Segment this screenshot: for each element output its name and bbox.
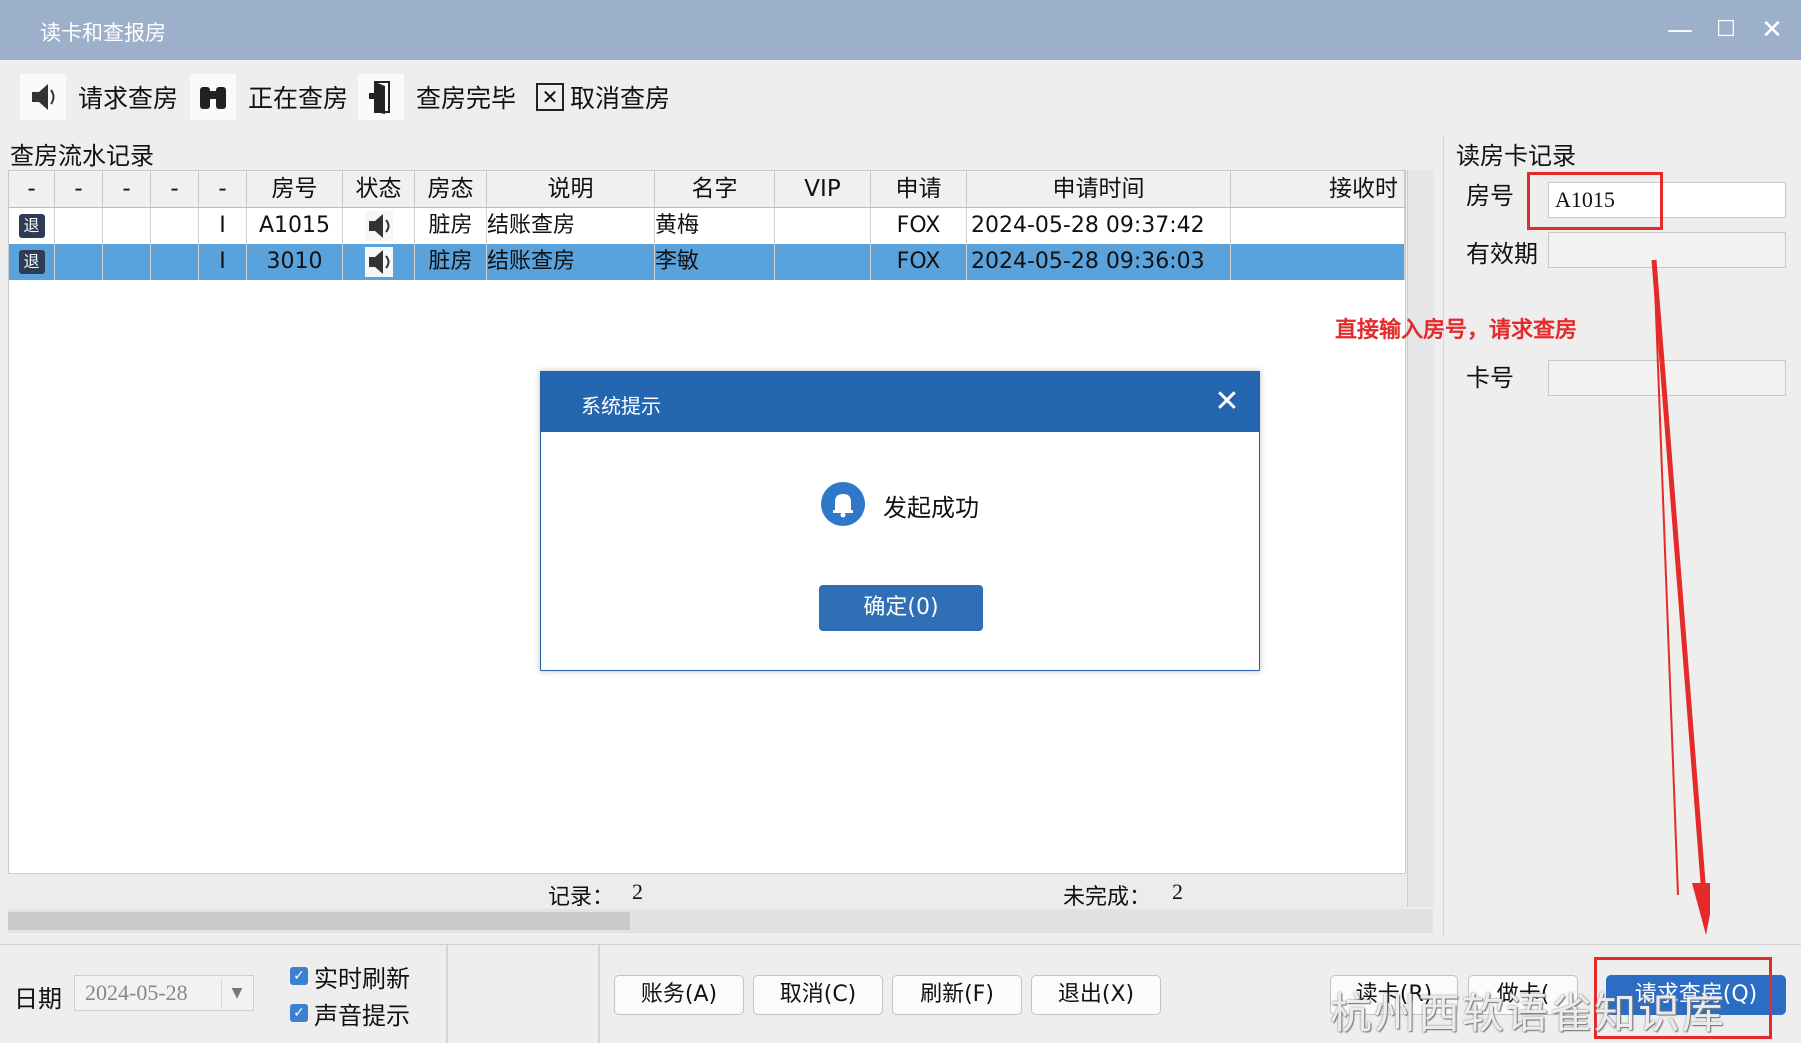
annotation-arrow <box>1651 259 1710 935</box>
table-header: - - - - - 房号 状态 房态 说明 名字 VIP 申请 申请时间 接收时 <box>9 171 1405 208</box>
row-recv <box>1231 244 1405 280</box>
exit-button[interactable]: 退出(X) <box>1031 975 1161 1015</box>
date-value: 2024-05-28 <box>85 980 188 1005</box>
table-row-selected[interactable]: 退 I 3010 脏房 结账查房 李敏 FOX 2024-05-28 09:36… <box>9 244 1405 280</box>
dialog-header: 系统提示 ✕ <box>541 372 1259 432</box>
column-header-room-state[interactable]: 房态 <box>415 171 487 207</box>
column-header-desc[interactable]: 说明 <box>487 171 655 207</box>
table-row[interactable]: 退 I A1015 脏房 结账查房 黄梅 FOX 2024-05-28 09:3… <box>9 208 1405 245</box>
row-flag: I <box>199 208 247 244</box>
accounts-button[interactable]: 账务(A) <box>614 975 744 1015</box>
column-header-room[interactable]: 房号 <box>247 171 343 207</box>
check-log-title: 查房流水记录 <box>10 142 154 170</box>
row-name: 李敏 <box>655 244 775 280</box>
title-bar: 读卡和查报房 — ☐ ✕ <box>0 0 1801 60</box>
binoculars-icon <box>190 74 236 120</box>
checking-label: 正在查房 <box>248 84 349 113</box>
close-icon[interactable]: ✕ <box>1209 384 1245 419</box>
ok-button[interactable]: 确定(0) <box>819 585 983 631</box>
check-done-label: 查房完毕 <box>416 84 517 113</box>
cancel-box-icon: ✕ <box>536 83 564 111</box>
card-number-label: 卡号 <box>1466 364 1514 392</box>
row-applicant: FOX <box>871 208 967 244</box>
highlight-box-room <box>1527 172 1663 230</box>
scrollbar-thumb[interactable] <box>8 912 630 930</box>
checking-tool[interactable]: 正在查房 <box>190 74 348 120</box>
read-card-title: 读房卡记录 <box>1456 142 1576 170</box>
bell-icon <box>821 482 865 526</box>
row-vip <box>775 244 871 280</box>
window-title: 读卡和查报房 <box>40 21 166 45</box>
refresh-button[interactable]: 刷新(F) <box>892 975 1022 1015</box>
dialog-message: 发起成功 <box>883 494 979 522</box>
realtime-refresh-label: 实时刷新 <box>314 965 410 993</box>
row-vip <box>775 208 871 244</box>
dialog-title: 系统提示 <box>581 394 661 418</box>
column-header[interactable]: - <box>199 171 247 207</box>
row-recv <box>1231 208 1405 244</box>
row-desc: 结账查房 <box>487 244 655 280</box>
column-header-status[interactable]: 状态 <box>343 171 415 207</box>
maximize-button[interactable]: ☐ <box>1706 10 1746 50</box>
check-done-tool[interactable]: 查房完毕 <box>358 74 516 120</box>
column-header[interactable]: - <box>9 171 55 207</box>
horizontal-scrollbar[interactable] <box>8 909 1433 933</box>
column-header-applicant[interactable]: 申请 <box>871 171 967 207</box>
row-room-state: 脏房 <box>415 244 487 280</box>
cancel-check-label: 取消查房 <box>570 84 671 113</box>
speaker-icon <box>364 211 393 241</box>
row-applicant: FOX <box>871 244 967 280</box>
toolbar: 请求查房 正在查房 查房完毕 ✕ 取消查房 <box>0 60 1801 135</box>
sound-prompt-label: 声音提示 <box>314 1002 410 1030</box>
row-room-state: 脏房 <box>415 208 487 244</box>
row-room: A1015 <box>247 208 343 244</box>
date-picker[interactable]: 2024-05-28 ▼ <box>74 975 254 1011</box>
records-label: 记录： <box>548 885 615 910</box>
room-label: 房号 <box>1466 182 1514 210</box>
row-name: 黄梅 <box>655 208 775 244</box>
vertical-scrollbar[interactable] <box>1407 170 1434 907</box>
column-header-time[interactable]: 申请时间 <box>967 171 1231 207</box>
row-flag: I <box>199 244 247 280</box>
records-count: 2 <box>632 879 643 904</box>
request-check-tool[interactable]: 请求查房 <box>20 74 178 120</box>
checkout-badge: 退 <box>18 214 45 238</box>
speaker-icon <box>364 247 393 277</box>
annotation-text: 直接输入房号，请求查房 <box>1335 318 1578 343</box>
row-time: 2024-05-28 09:37:42 <box>967 208 1231 244</box>
column-header-vip[interactable]: VIP <box>775 171 871 207</box>
row-time: 2024-05-28 09:36:03 <box>967 244 1231 280</box>
row-desc: 结账查房 <box>487 208 655 244</box>
realtime-refresh-checkbox[interactable]: ✓ <box>290 967 308 985</box>
minimize-button[interactable]: — <box>1660 10 1700 50</box>
sound-prompt-checkbox[interactable]: ✓ <box>290 1004 308 1022</box>
cancel-check-tool[interactable]: ✕ 取消查房 <box>536 74 670 120</box>
row-room: 3010 <box>247 244 343 280</box>
column-header[interactable]: - <box>151 171 199 207</box>
column-header-name[interactable]: 名字 <box>655 171 775 207</box>
incomplete-count: 2 <box>1172 879 1183 904</box>
close-window-button[interactable]: ✕ <box>1752 10 1792 50</box>
read-card-panel: 读房卡记录 房号 A1015 有效期 卡号 <box>1443 136 1799 936</box>
date-label: 日期 <box>14 985 62 1013</box>
chevron-down-icon[interactable]: ▼ <box>221 978 252 1008</box>
watermark: 杭州西软语雀知识库 <box>1330 989 1727 1038</box>
speaker-icon <box>20 74 66 120</box>
table-footer: 记录： 2 未完成： 2 <box>8 873 1406 910</box>
cancel-button[interactable]: 取消(C) <box>753 975 883 1015</box>
column-header[interactable]: - <box>103 171 151 207</box>
column-header[interactable]: - <box>55 171 103 207</box>
checkout-badge: 退 <box>18 250 45 274</box>
system-prompt-dialog: 系统提示 ✕ 发起成功 确定(0) <box>540 371 1260 671</box>
incomplete-label: 未完成： <box>1063 885 1152 910</box>
valid-period-label: 有效期 <box>1466 240 1538 268</box>
request-check-label: 请求查房 <box>78 84 179 113</box>
column-header-recv[interactable]: 接收时 <box>1231 171 1405 207</box>
door-icon <box>358 74 404 120</box>
